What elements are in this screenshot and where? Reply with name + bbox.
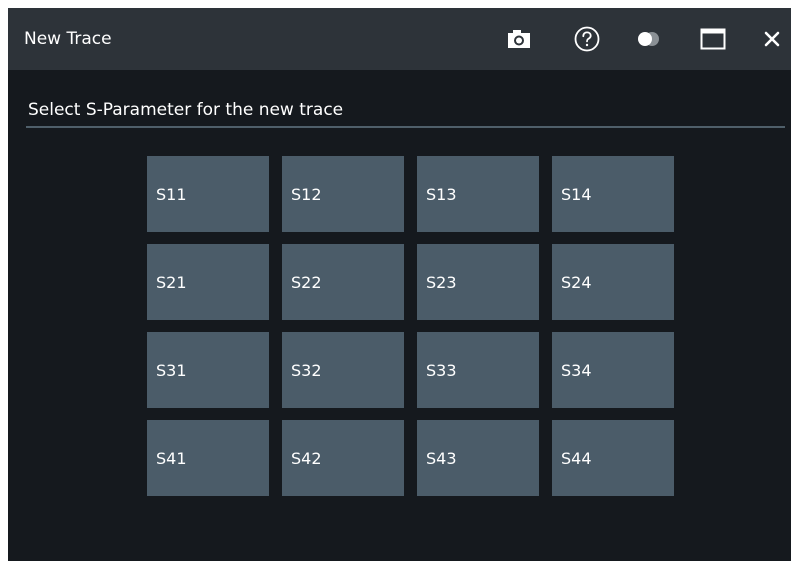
select-prompt: Select S-Parameter for the new trace <box>28 100 344 120</box>
s11-button[interactable]: S11 <box>147 156 269 232</box>
s42-button[interactable]: S42 <box>282 420 404 496</box>
divider <box>26 126 785 128</box>
s32-button[interactable]: S32 <box>282 332 404 408</box>
s31-button[interactable]: S31 <box>147 332 269 408</box>
dialog-title: New Trace <box>24 29 112 49</box>
s23-button[interactable]: S23 <box>417 244 539 320</box>
s12-button[interactable]: S12 <box>282 156 404 232</box>
s34-button[interactable]: S34 <box>552 332 674 408</box>
s33-button[interactable]: S33 <box>417 332 539 408</box>
s41-button[interactable]: S41 <box>147 420 269 496</box>
close-icon[interactable] <box>755 22 789 56</box>
help-icon[interactable] <box>570 22 604 56</box>
toggle-icon[interactable] <box>632 22 666 56</box>
new-trace-dialog: New Trace Select S-Parameter for the new… <box>8 8 791 561</box>
s44-button[interactable]: S44 <box>552 420 674 496</box>
s-parameter-grid: S11 S12 S13 S14 S21 S22 S23 S24 S31 S32 … <box>147 156 674 496</box>
camera-icon[interactable] <box>502 22 536 56</box>
s21-button[interactable]: S21 <box>147 244 269 320</box>
s24-button[interactable]: S24 <box>552 244 674 320</box>
maximize-icon[interactable] <box>696 22 730 56</box>
s22-button[interactable]: S22 <box>282 244 404 320</box>
s43-button[interactable]: S43 <box>417 420 539 496</box>
title-bar: New Trace <box>8 8 791 70</box>
s13-button[interactable]: S13 <box>417 156 539 232</box>
s14-button[interactable]: S14 <box>552 156 674 232</box>
